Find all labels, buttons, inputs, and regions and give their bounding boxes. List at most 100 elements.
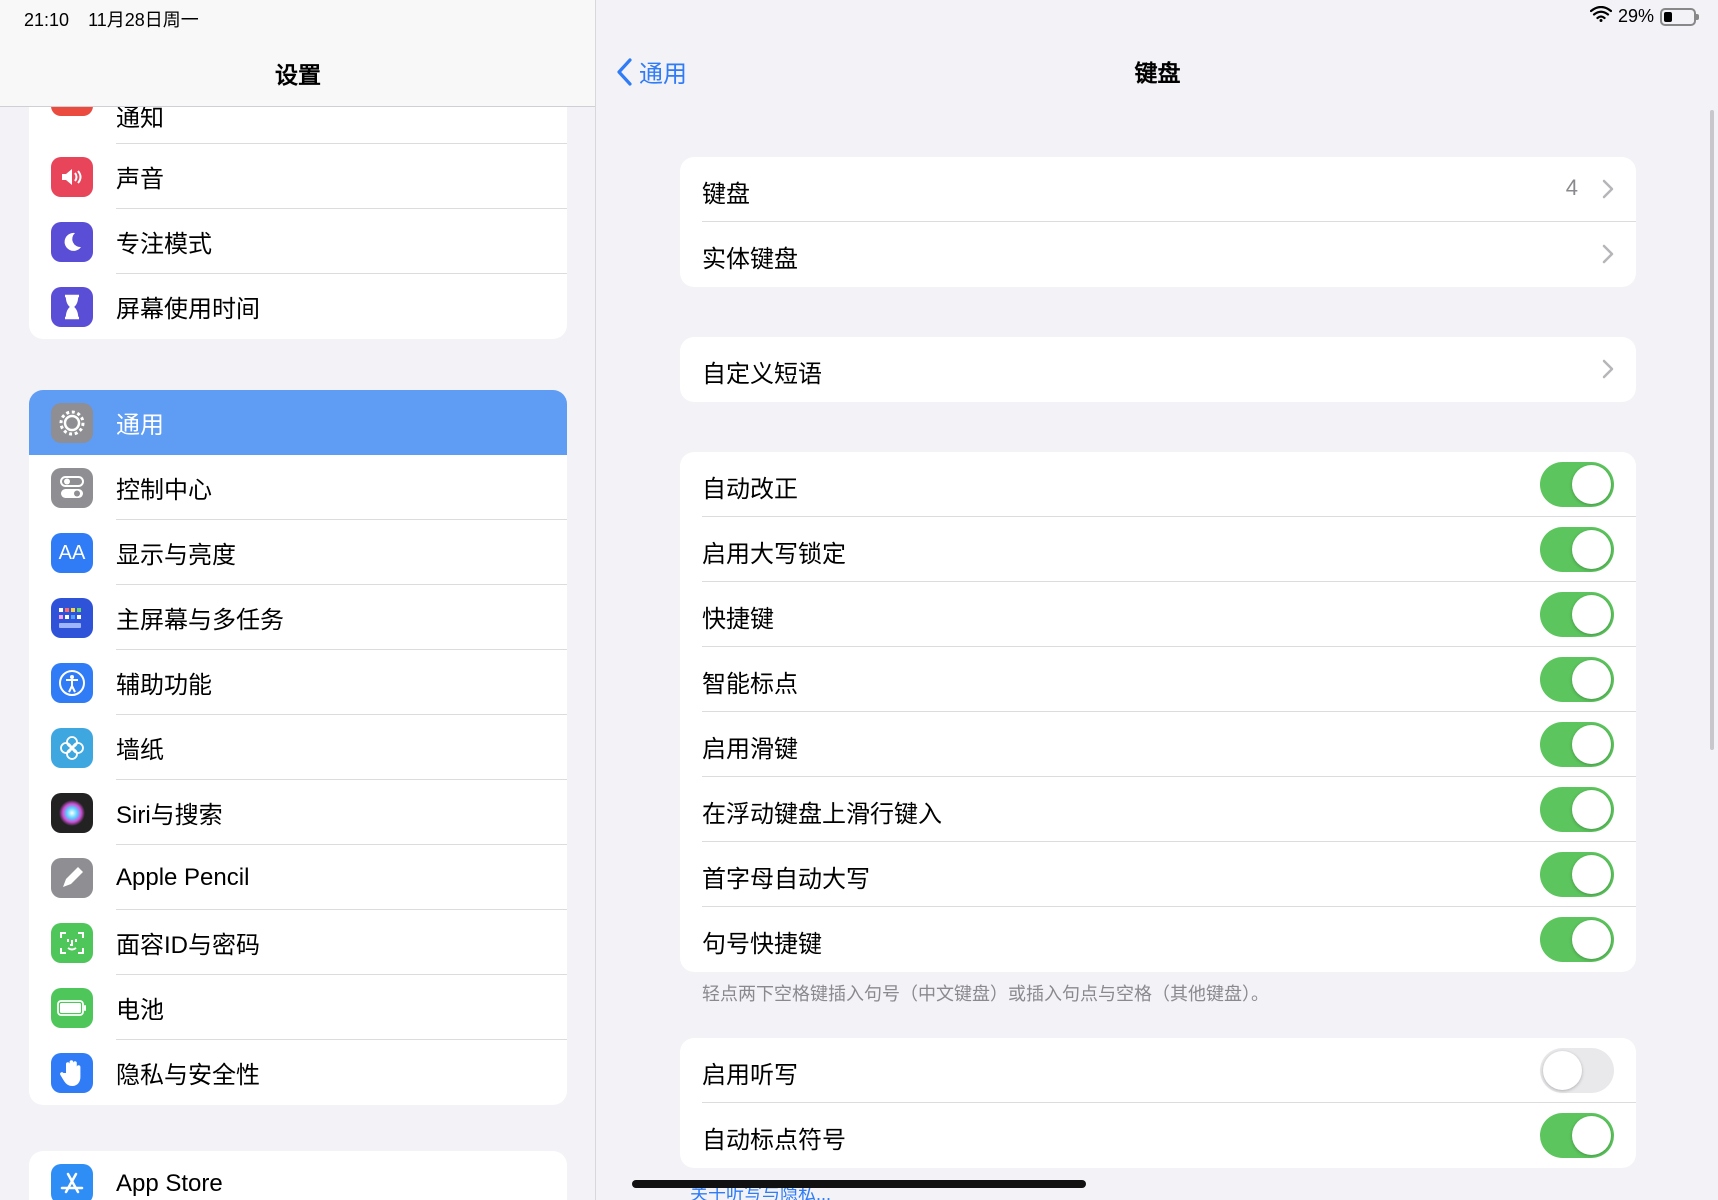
keyboards-row[interactable]: 键盘 4 <box>680 157 1636 222</box>
sidebar-item-label: 隐私与安全性 <box>116 1062 260 1089</box>
siri-icon <box>51 793 93 833</box>
sidebar-item-battery[interactable]: 电池 <box>29 975 567 1040</box>
sidebar-item-label: 主屏幕与多任务 <box>116 607 284 634</box>
pencil-icon <box>51 858 93 898</box>
sidebar-item-label: Siri与搜索 <box>116 802 223 829</box>
sidebar-item-display[interactable]: AA 显示与亮度 <box>29 520 567 585</box>
sidebar-item-label: 电池 <box>116 997 164 1024</box>
sidebar-item-face-id[interactable]: 面容ID与密码 <box>29 910 567 975</box>
sidebar-group-1: 通知 声音 专注模式 屏幕使用时间 <box>29 80 567 339</box>
sidebar-item-label: 辅助功能 <box>116 672 212 699</box>
battery-percentage: 29% <box>1617 6 1654 26</box>
enable-dictation-toggle[interactable] <box>1540 1048 1614 1093</box>
sidebar-item-general[interactable]: 通用 <box>29 390 567 455</box>
sidebar-header: 21:10 11月28日周一 设置 <box>0 0 595 107</box>
row-label: 在浮动键盘上滑行键入 <box>702 801 942 828</box>
slide-floating-keyboard-row: 在浮动键盘上滑行键入 <box>680 777 1636 842</box>
auto-correction-toggle[interactable] <box>1540 462 1614 507</box>
app-grid-icon <box>51 598 93 638</box>
smart-punctuation-toggle[interactable] <box>1540 657 1614 702</box>
row-label: 句号快捷键 <box>702 931 822 958</box>
dictation-card: 启用听写 自动标点符号 <box>680 1038 1636 1168</box>
row-label: 快捷键 <box>702 606 774 633</box>
sidebar-group-2: 通用 控制中心 AA 显示与亮度 主屏幕与多任务 辅助功能 墙纸 Siri与搜索… <box>29 390 567 1105</box>
wifi-icon <box>1589 5 1613 27</box>
auto-punctuation-toggle[interactable] <box>1540 1113 1614 1158</box>
row-label: 实体键盘 <box>702 246 798 273</box>
caps-lock-row: 启用大写锁定 <box>680 517 1636 582</box>
hardware-keyboard-row[interactable]: 实体键盘 <box>680 222 1636 287</box>
period-shortcut-toggle[interactable] <box>1540 917 1614 962</box>
sidebar-item-screen-time[interactable]: 屏幕使用时间 <box>29 274 567 339</box>
sidebar-item-label: 通用 <box>116 412 164 439</box>
row-label: 键盘 <box>702 181 750 208</box>
auto-capitalization-toggle[interactable] <box>1540 852 1614 897</box>
text-replacement-card: 自定义短语 <box>680 337 1636 402</box>
keyboard-count: 4 <box>1565 175 1578 200</box>
hourglass-icon <box>51 287 93 327</box>
hand-icon <box>51 1053 93 1093</box>
row-label: 首字母自动大写 <box>702 866 870 893</box>
shortcuts-toggle[interactable] <box>1540 592 1614 637</box>
sidebar-group-3: App Store <box>29 1151 567 1200</box>
sidebar-item-label: 声音 <box>116 166 164 193</box>
home-indicator[interactable] <box>632 1180 1086 1188</box>
row-label: 启用听写 <box>702 1062 798 1089</box>
status-time: 21:10 <box>24 10 70 30</box>
sidebar-item-app-store[interactable]: App Store <box>29 1151 567 1200</box>
row-label: 智能标点 <box>702 671 798 698</box>
flower-icon <box>51 728 93 768</box>
chevron-right-icon <box>1602 179 1614 199</box>
sidebar-item-label: 显示与亮度 <box>116 542 236 569</box>
sidebar-item-label: 专注模式 <box>116 231 212 258</box>
row-label: 启用大写锁定 <box>702 541 846 568</box>
sidebar-item-home-screen[interactable]: 主屏幕与多任务 <box>29 585 567 650</box>
keyboards-card: 键盘 4 实体键盘 <box>680 157 1636 287</box>
text-size-icon: AA <box>51 533 93 573</box>
row-label: 自动标点符号 <box>702 1127 846 1154</box>
moon-icon <box>51 222 93 262</box>
status-battery-icon <box>1660 7 1699 26</box>
sidebar-item-label: 墙纸 <box>116 737 164 764</box>
period-shortcut-row: 句号快捷键 <box>680 907 1636 972</box>
scroll-indicator[interactable] <box>1710 110 1714 750</box>
speaker-icon <box>51 157 93 197</box>
battery-icon <box>51 988 93 1028</box>
text-replacement-row[interactable]: 自定义短语 <box>680 337 1636 402</box>
status-bar-right: 29% <box>1589 5 1699 27</box>
period-shortcut-footnote: 轻点两下空格键插入句号（中文键盘）或插入句点与空格（其他键盘）。 <box>702 984 1269 1004</box>
chevron-right-icon <box>1602 244 1614 264</box>
sidebar-item-sounds[interactable]: 声音 <box>29 144 567 209</box>
smart-punctuation-row: 智能标点 <box>680 647 1636 712</box>
chevron-right-icon <box>1602 359 1614 379</box>
sidebar-item-privacy[interactable]: 隐私与安全性 <box>29 1040 567 1105</box>
sidebar-title: 设置 <box>275 62 321 88</box>
sidebar-item-apple-pencil[interactable]: Apple Pencil <box>29 845 567 910</box>
gear-icon <box>51 403 93 443</box>
sidebar-item-focus[interactable]: 专注模式 <box>29 209 567 274</box>
sidebar-item-accessibility[interactable]: 辅助功能 <box>29 650 567 715</box>
slide-floating-keyboard-toggle[interactable] <box>1540 787 1614 832</box>
status-bar-left: 21:10 11月28日周一 <box>24 6 213 32</box>
sidebar-item-wallpaper[interactable]: 墙纸 <box>29 715 567 780</box>
auto-capitalization-row: 首字母自动大写 <box>680 842 1636 907</box>
sidebar-item-siri[interactable]: Siri与搜索 <box>29 780 567 845</box>
sidebar-item-label: Apple Pencil <box>116 863 250 891</box>
caps-lock-toggle[interactable] <box>1540 527 1614 572</box>
row-label: 启用滑键 <box>702 736 798 763</box>
sidebar-item-control-center[interactable]: 控制中心 <box>29 455 567 520</box>
sidebar-item-label: 控制中心 <box>116 477 212 504</box>
app-store-icon <box>51 1164 93 1200</box>
page-title: 键盘 <box>1134 60 1181 86</box>
sidebar-item-label: 屏幕使用时间 <box>116 296 260 323</box>
auto-punctuation-row: 自动标点符号 <box>680 1103 1636 1168</box>
shortcuts-row: 快捷键 <box>680 582 1636 647</box>
flick-keys-row: 启用滑键 <box>680 712 1636 777</box>
sidebar-item-label: 面容ID与密码 <box>116 932 260 959</box>
face-id-icon <box>51 923 93 963</box>
flick-keys-toggle[interactable] <box>1540 722 1614 767</box>
accessibility-icon <box>51 663 93 703</box>
keyboard-settings-pane: 29% 通用 键盘 键盘 4 实体键盘 自定义短语 自动改正 启用大写锁定 快捷… <box>597 0 1718 1200</box>
enable-dictation-row: 启用听写 <box>680 1038 1636 1103</box>
row-label: 自定义短语 <box>702 361 822 388</box>
